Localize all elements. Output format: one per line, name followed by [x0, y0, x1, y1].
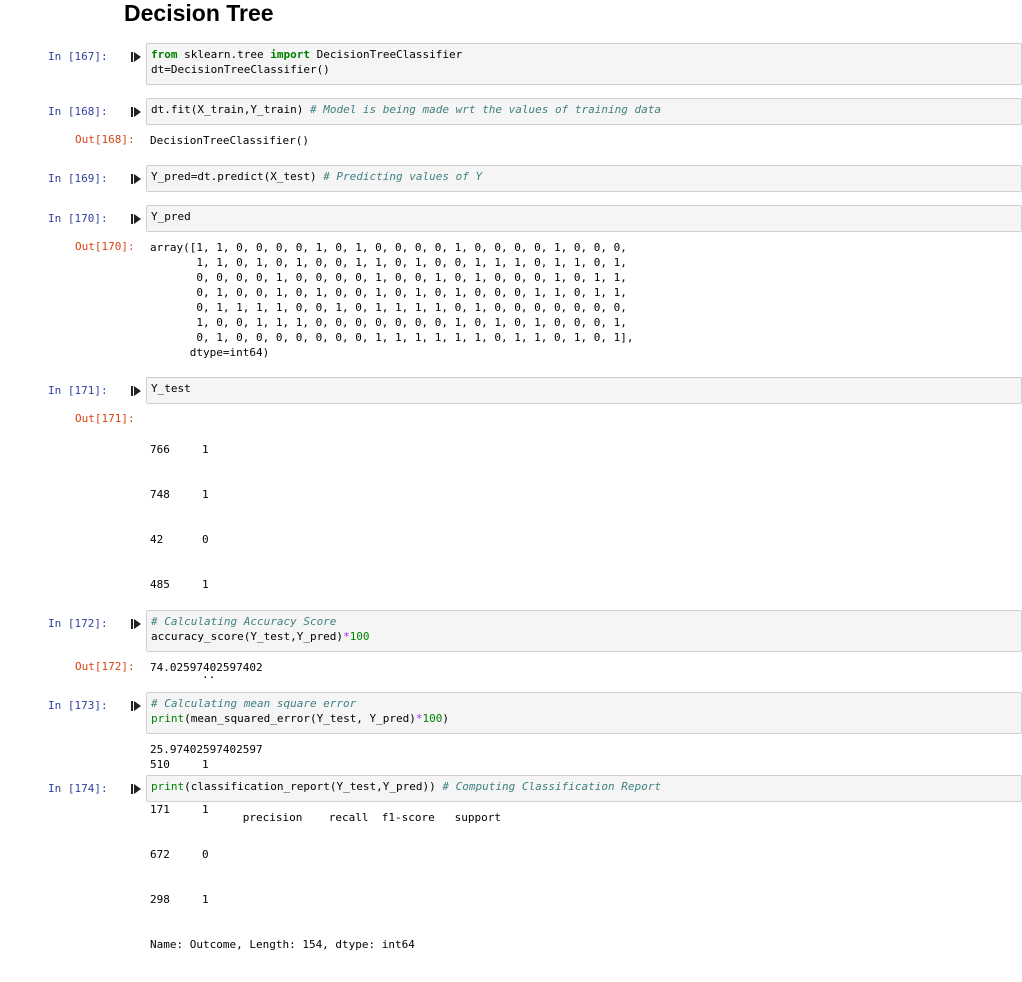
output-prompt-168: Out[168]:	[75, 133, 135, 146]
notebook: Decision Tree In [167]: from sklearn.tre…	[0, 0, 1022, 951]
code-cell-168[interactable]: dt.fit(X_train,Y_train) # Model is being…	[146, 98, 1022, 125]
series-value: 0	[202, 848, 209, 861]
code-keyword: from	[151, 48, 178, 61]
code-text: (classification_report(Y_test,Y_pred))	[184, 780, 443, 793]
code-text: Y_test	[151, 382, 191, 395]
code-number: 100	[422, 712, 443, 725]
series-row: 672 0	[150, 847, 415, 862]
series-row: 485 1	[150, 577, 415, 592]
run-cell-icon[interactable]	[130, 106, 142, 118]
input-prompt-170: In [170]:	[48, 212, 108, 225]
report-header: precision recall f1-score support	[150, 811, 501, 824]
series-value: 1	[202, 488, 209, 501]
input-prompt-167: In [167]:	[48, 50, 108, 63]
code-text: sklearn.tree	[177, 48, 271, 61]
code-builtin: print	[151, 712, 185, 725]
run-cell-icon[interactable]	[130, 51, 142, 63]
cell-output-172: 74.02597402597402	[150, 661, 263, 674]
output-prompt-171: Out[171]:	[75, 412, 135, 425]
input-prompt-174: In [174]:	[48, 782, 108, 795]
code-builtin: print	[151, 780, 185, 793]
series-index: 42	[150, 533, 164, 546]
run-cell-icon[interactable]	[130, 783, 142, 795]
code-cell-170[interactable]: Y_pred	[146, 205, 1022, 232]
run-cell-icon[interactable]	[130, 385, 142, 397]
input-prompt-168: In [168]:	[48, 105, 108, 118]
code-comment: # Predicting values of Y	[323, 170, 483, 183]
code-text: dt.fit(X_train,Y_train)	[151, 103, 310, 116]
run-cell-icon[interactable]	[130, 213, 142, 225]
code-cell-167[interactable]: from sklearn.tree import DecisionTreeCla…	[146, 43, 1022, 85]
series-value: 1	[202, 578, 209, 591]
output-prompt-170: Out[170]:	[75, 240, 135, 253]
code-operator: *	[415, 712, 423, 725]
series-row: 298 1	[150, 892, 415, 907]
input-prompt-173: In [173]:	[48, 699, 108, 712]
run-cell-icon[interactable]	[130, 173, 142, 185]
output-prompt-172: Out[172]:	[75, 660, 135, 673]
series-index: 766	[150, 443, 170, 456]
code-text: accuracy_score(Y_test,Y_pred)	[151, 630, 344, 643]
series-index: 510	[150, 758, 170, 771]
section-heading: Decision Tree	[124, 0, 274, 26]
code-cell-169[interactable]: Y_pred=dt.predict(X_test) # Predicting v…	[146, 165, 1022, 192]
code-comment: # Model is being made wrt the values of …	[309, 103, 661, 116]
input-prompt-172: In [172]:	[48, 617, 108, 630]
cell-output-168: DecisionTreeClassifier()	[150, 134, 309, 147]
run-cell-icon[interactable]	[130, 618, 142, 630]
input-prompt-171: In [171]:	[48, 384, 108, 397]
code-text: Y_pred=dt.predict(X_test)	[151, 170, 324, 183]
cell-output-173: 25.97402597402597	[150, 743, 263, 756]
series-index: 485	[150, 578, 170, 591]
series-row: 42 0	[150, 532, 415, 547]
code-cell-172[interactable]: # Calculating Accuracy Score accuracy_sc…	[146, 610, 1022, 652]
code-text: DecisionTreeClassifier	[309, 48, 463, 61]
series-footer: Name: Outcome, Length: 154, dtype: int64	[150, 938, 415, 951]
input-prompt-169: In [169]:	[48, 172, 108, 185]
series-index: 672	[150, 848, 170, 861]
code-text: dt=DecisionTreeClassifier()	[151, 63, 330, 76]
series-value: 1	[202, 443, 209, 456]
series-row: 748 1	[150, 487, 415, 502]
series-row: 510 1	[150, 757, 415, 772]
series-value: 1	[202, 758, 209, 771]
series-value: 1	[202, 893, 209, 906]
series-row: 766 1	[150, 442, 415, 457]
code-cell-171[interactable]: Y_test	[146, 377, 1022, 404]
code-cell-174[interactable]: print(classification_report(Y_test,Y_pre…	[146, 775, 1022, 802]
code-text: )	[442, 712, 450, 725]
series-value: 0	[202, 533, 209, 546]
code-operator: *	[343, 630, 350, 643]
series-index: 748	[150, 488, 170, 501]
code-cell-173[interactable]: # Calculating mean square error print(me…	[146, 692, 1022, 734]
code-text: Y_pred	[151, 210, 191, 223]
code-comment: # Computing Classification Report	[442, 780, 661, 793]
code-keyword: import	[270, 48, 310, 61]
cell-output-170: array([1, 1, 0, 0, 0, 0, 1, 0, 1, 0, 0, …	[150, 241, 634, 359]
code-number: 100	[349, 630, 370, 643]
run-cell-icon[interactable]	[130, 700, 142, 712]
code-text: (mean_squared_error(Y_test, Y_pred)	[184, 712, 416, 725]
code-comment: # Calculating Accuracy Score	[151, 615, 337, 628]
series-index: 298	[150, 893, 170, 906]
code-comment: # Calculating mean square error	[151, 697, 357, 710]
